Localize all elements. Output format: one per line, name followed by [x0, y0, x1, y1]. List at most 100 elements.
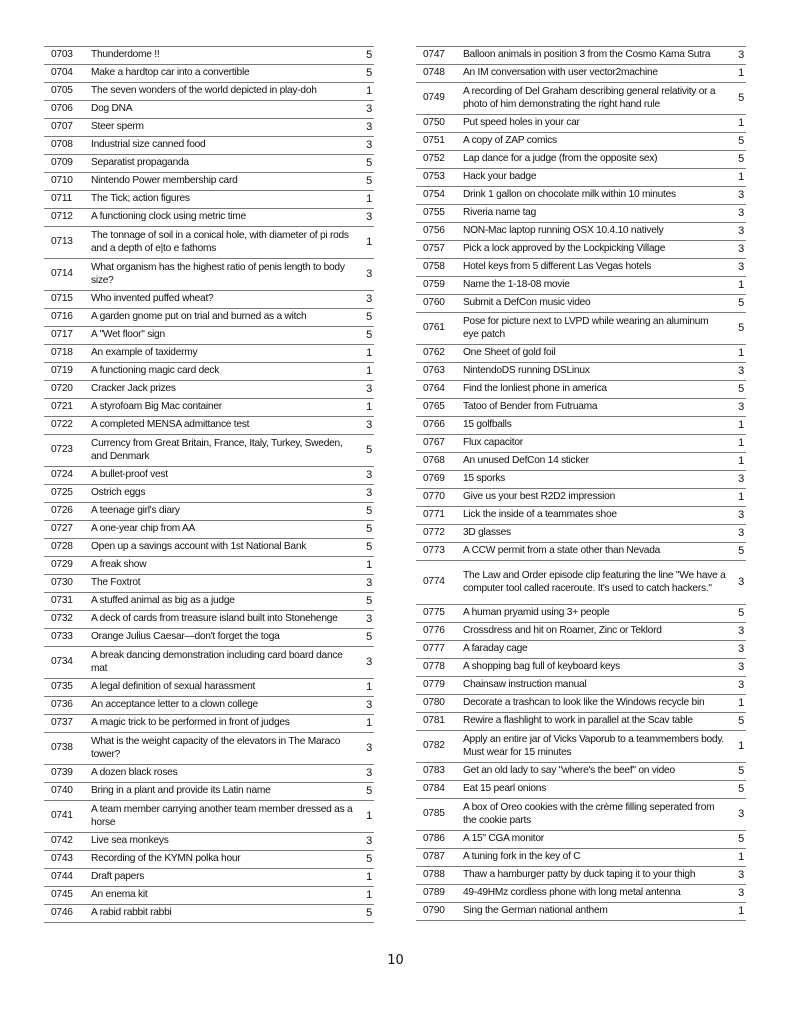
item-description: A recording of Del Graham describing gen…: [463, 85, 716, 110]
item-number: 0780: [423, 697, 445, 709]
table-row: 0759 Name the 1-18-08 movie 1: [416, 276, 746, 294]
item-number: 0779: [423, 679, 445, 691]
table-row: 0760 Submit a DefCon music video 5: [416, 294, 746, 312]
item-points: 5: [366, 444, 372, 457]
item-points: 1: [738, 740, 744, 753]
item-number: 0741: [51, 810, 73, 822]
item-number: 0721: [51, 401, 73, 413]
item-description: The seven wonders of the world depicted …: [91, 85, 317, 97]
item-points: 1: [366, 559, 372, 572]
table-row: 0746 A rabid rabbit rabbi 5: [44, 904, 374, 923]
item-description: An enema kit: [91, 889, 148, 901]
table-row: 0727 A one-year chip from AA 5: [44, 520, 374, 538]
item-number: 0713: [51, 236, 73, 248]
table-row: 0756 NON-Mac laptop running OSX 10.4.10 n…: [416, 222, 746, 240]
item-number: 0720: [51, 383, 73, 395]
item-description: Decorate a trashcan to look like the Win…: [463, 697, 705, 709]
item-description: Riveria name tag: [463, 207, 537, 219]
table-row: 0773 A CCW permit from a state other than…: [416, 542, 746, 560]
item-points: 3: [738, 887, 744, 900]
item-number: 0784: [423, 783, 445, 795]
item-description: A shopping bag full of keyboard keys: [463, 661, 620, 673]
table-row: 0772 3D glasses 3: [416, 524, 746, 542]
item-description: Draft papers: [91, 871, 145, 883]
item-points: 1: [738, 67, 744, 80]
item-points: 3: [366, 419, 372, 432]
item-number: 0745: [51, 889, 73, 901]
item-number: 0746: [51, 907, 73, 919]
item-number: 0737: [51, 717, 73, 729]
item-description: Nintendo Power membership card: [91, 175, 238, 187]
item-number: 0730: [51, 577, 73, 589]
item-description: A magic trick to be performed in front o…: [91, 717, 290, 729]
item-number: 0783: [423, 765, 445, 777]
item-points: 1: [738, 347, 744, 360]
item-points: 3: [738, 643, 744, 656]
item-number: 0708: [51, 139, 73, 151]
item-description: Apply an entire jar of Vicks Vaporub to …: [463, 733, 725, 758]
item-description: A garden gnome put on trial and burned a…: [91, 311, 307, 323]
table-row: 0721 A styrofoam Big Mac container 1: [44, 398, 374, 416]
item-points: 5: [738, 383, 744, 396]
item-number: 0759: [423, 279, 445, 291]
table-row: 0740 Bring in a plant and provide its Lat…: [44, 782, 374, 800]
table-row: 0728 Open up a savings account with 1st N…: [44, 538, 374, 556]
item-description: A CCW permit from a state other than Nev…: [463, 545, 661, 557]
item-points: 3: [738, 625, 744, 638]
item-description: Recording of the KYMN polka hour: [91, 853, 241, 865]
item-number: 0761: [423, 322, 445, 334]
item-description: A break dancing demonstration including …: [91, 649, 343, 674]
item-points: 1: [738, 117, 744, 130]
item-number: 0724: [51, 469, 73, 481]
item-description: Open up a savings account with 1st Natio…: [91, 541, 307, 553]
table-row: 0781 Rewire a flashlight to work in paral…: [416, 712, 746, 730]
item-number: 0786: [423, 833, 445, 845]
item-description: A copy of ZAP comics: [463, 135, 557, 147]
item-description: Pick a lock approved by the Lockpicking …: [463, 243, 666, 255]
table-row: 0789 49-49HMz cordless phone with long me…: [416, 884, 746, 902]
item-description: What organism has the highest ratio of p…: [91, 261, 345, 286]
item-number: 0755: [423, 207, 445, 219]
table-row: 0729 A freak show 1: [44, 556, 374, 574]
item-points: 3: [738, 808, 744, 821]
item-number: 0717: [51, 329, 73, 341]
table-row: 0779 Chainsaw instruction manual 3: [416, 676, 746, 694]
item-description: Ostrich eggs: [91, 487, 146, 499]
table-row: 0767 Flux capacitor 1: [416, 434, 746, 452]
item-description: An acceptance letter to a clown college: [91, 699, 258, 711]
table-row: 0703 Thunderdome !! 5: [44, 46, 374, 64]
item-number: 0763: [423, 365, 445, 377]
table-row: 0776 Crossdress and hit on Roamer, Zinc o…: [416, 622, 746, 640]
item-description: Make a hardtop car into a convertible: [91, 67, 250, 79]
table-row: 0724 A bullet-proof vest 3: [44, 466, 374, 484]
table-row: 0755 Riveria name tag 3: [416, 204, 746, 222]
item-points: 3: [366, 121, 372, 134]
item-number: 0738: [51, 742, 73, 754]
item-number: 0711: [51, 193, 72, 205]
table-row: 0750 Put speed holes in your car 1: [416, 114, 746, 132]
table-row: 0764 Find the lonliest phone in america 5: [416, 380, 746, 398]
table-row: 0751 A copy of ZAP comics 5: [416, 132, 746, 150]
item-description: Live sea monkeys: [91, 835, 169, 847]
item-points: 1: [366, 681, 372, 694]
item-description: NintendoDS running DSLinux: [463, 365, 590, 377]
item-number: 0710: [51, 175, 73, 187]
item-description: Get an old lady to say "where's the beef…: [463, 765, 675, 777]
item-points: 1: [738, 437, 744, 450]
item-points: 5: [366, 329, 372, 342]
item-number: 0770: [423, 491, 445, 503]
table-row: 0715 Who invented puffed wheat? 3: [44, 290, 374, 308]
item-points: 1: [366, 717, 372, 730]
table-row: 0744 Draft papers 1: [44, 868, 374, 886]
table-row: 0708 Industrial size canned food 3: [44, 136, 374, 154]
table-row: 0707 Steer sperm 3: [44, 118, 374, 136]
item-description: The tonnage of soil in a conical hole, w…: [91, 229, 349, 254]
item-points: 3: [366, 577, 372, 590]
item-points: 1: [366, 347, 372, 360]
item-points: 5: [366, 523, 372, 536]
item-description: A teenage girl's diary: [91, 505, 180, 517]
item-points: 5: [738, 297, 744, 310]
item-points: 3: [738, 661, 744, 674]
item-description: A tuning fork in the key of C: [463, 851, 581, 863]
table-row: 0742 Live sea monkeys 3: [44, 832, 374, 850]
